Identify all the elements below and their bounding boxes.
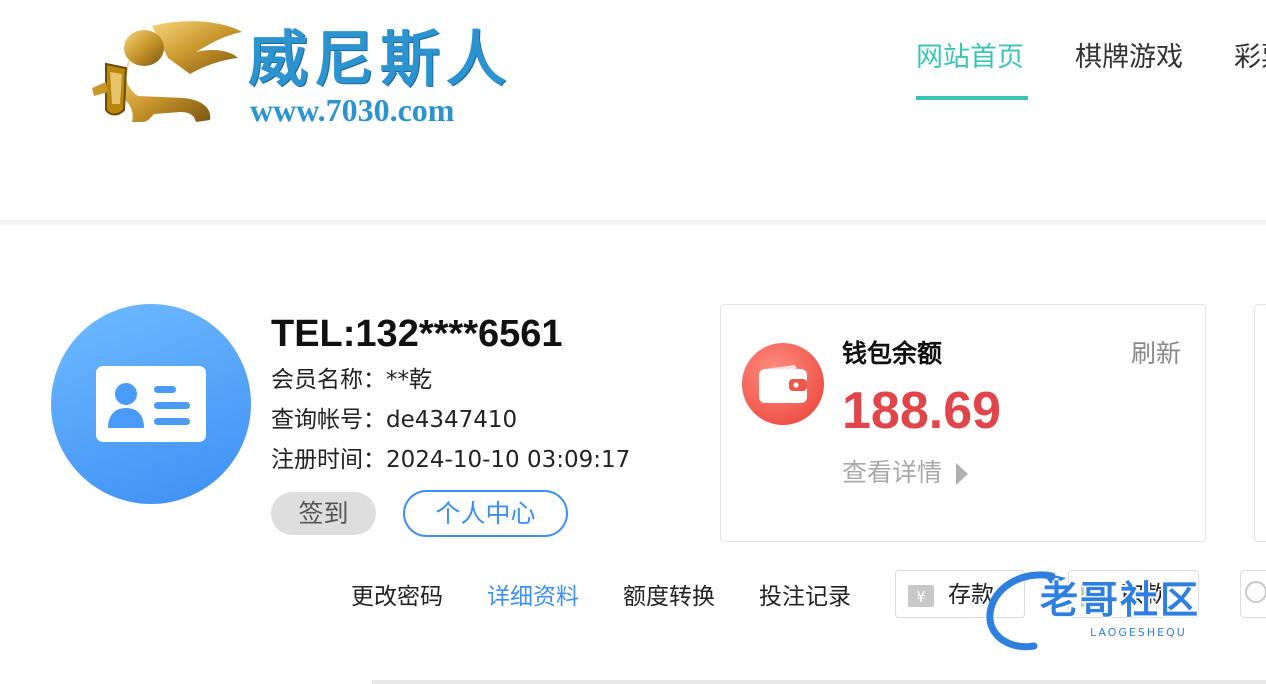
nav-item-lottery[interactable]: 彩票: [1234, 36, 1266, 100]
logo-brand-name: 威尼斯人: [248, 25, 512, 95]
site-logo[interactable]: 威尼斯人 www.7030.com: [92, 18, 532, 130]
nav-item-home[interactable]: 网站首页: [916, 36, 1028, 100]
register-time-label: 注册时间：: [271, 447, 386, 473]
watermark-subtext: LAOGESHEQU: [1090, 626, 1187, 639]
member-name-row: 会员名称：**乾: [271, 365, 432, 395]
id-card-icon: [96, 366, 206, 442]
nav-item-chess-games[interactable]: 棋牌游戏: [1075, 36, 1187, 100]
member-name-label: 会员名称：: [271, 367, 386, 393]
account-label: 查询帐号：: [271, 407, 386, 433]
wallet-balance: 188.69: [842, 382, 1002, 440]
watermark-text: 老哥社区: [1040, 578, 1201, 622]
next-card-edge: [1254, 304, 1266, 542]
deposit-icon: ¥: [908, 585, 934, 607]
watermark: 老哥社区 LAOGESHEQU: [982, 566, 1246, 654]
change-password-link[interactable]: 更改密码: [351, 580, 443, 614]
winged-lion-icon: [92, 21, 242, 122]
personal-center-button[interactable]: 个人中心: [403, 490, 568, 537]
register-time-row: 注册时间：2024-10-10 03:09:17: [271, 445, 630, 475]
account-value: de4347410: [386, 407, 518, 433]
register-time-value: 2024-10-10 03:09:17: [386, 447, 631, 473]
site-header: 威尼斯人 www.7030.com 网站首页 棋牌游戏 彩票: [0, 0, 1266, 222]
wallet-card: 钱包余额 刷新 188.69 查看详情: [720, 304, 1206, 542]
details-link[interactable]: 详细资料: [487, 580, 579, 614]
view-details-label: 查看详情: [842, 458, 943, 487]
account-row: 查询帐号：de4347410: [271, 405, 517, 435]
more-icon: [1245, 581, 1266, 603]
avatar: [51, 304, 251, 504]
member-tel: TEL:132****6561: [271, 313, 563, 355]
view-details-link[interactable]: 查看详情: [842, 456, 969, 490]
member-name-value: **乾: [386, 367, 432, 393]
header-divider: [0, 220, 1266, 225]
sign-in-button[interactable]: 签到: [271, 492, 376, 535]
logo-url: www.7030.com: [250, 92, 455, 128]
section-divider: [372, 680, 1266, 684]
caret-right-icon: [956, 463, 969, 485]
quota-transfer-link[interactable]: 额度转换: [623, 580, 715, 614]
wallet-icon: [742, 343, 824, 425]
wallet-title: 钱包余额: [842, 339, 943, 368]
refresh-button[interactable]: 刷新: [1131, 337, 1181, 371]
bet-records-link[interactable]: 投注记录: [759, 580, 851, 614]
